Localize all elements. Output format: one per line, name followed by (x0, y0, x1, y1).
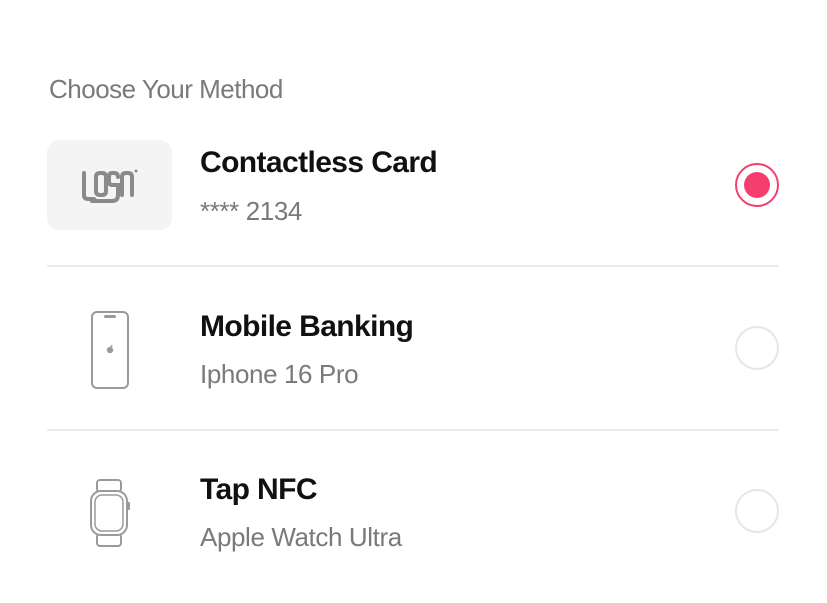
section-heading: Choose Your Method (49, 74, 283, 104)
radio-button[interactable] (735, 326, 779, 370)
radio-dot (744, 172, 770, 198)
divider (47, 429, 779, 431)
card-logo-thumbnail (47, 140, 172, 230)
smartphone-thumbnail (47, 305, 172, 395)
smartphone-icon (90, 311, 129, 389)
payment-method-mobile-banking[interactable]: Mobile Banking Iphone 16 Pro (47, 305, 779, 425)
method-subtitle: Apple Watch Ultra (200, 522, 402, 552)
method-subtitle: Iphone 16 Pro (200, 359, 359, 389)
payment-method-tap-nfc[interactable]: Tap NFC Apple Watch Ultra (47, 468, 779, 588)
smartwatch-icon (89, 479, 130, 547)
card-logo-icon (81, 169, 137, 203)
method-title: Mobile Banking (200, 310, 414, 343)
method-title: Contactless Card (200, 146, 438, 179)
method-subtitle: **** 2134 (200, 196, 302, 226)
radio-button-selected[interactable] (735, 163, 779, 207)
payment-method-contactless-card[interactable]: Contactless Card **** 2134 (47, 140, 779, 260)
divider (47, 265, 779, 267)
method-title: Tap NFC (200, 473, 318, 506)
radio-button[interactable] (735, 489, 779, 533)
smartwatch-thumbnail (47, 468, 172, 558)
